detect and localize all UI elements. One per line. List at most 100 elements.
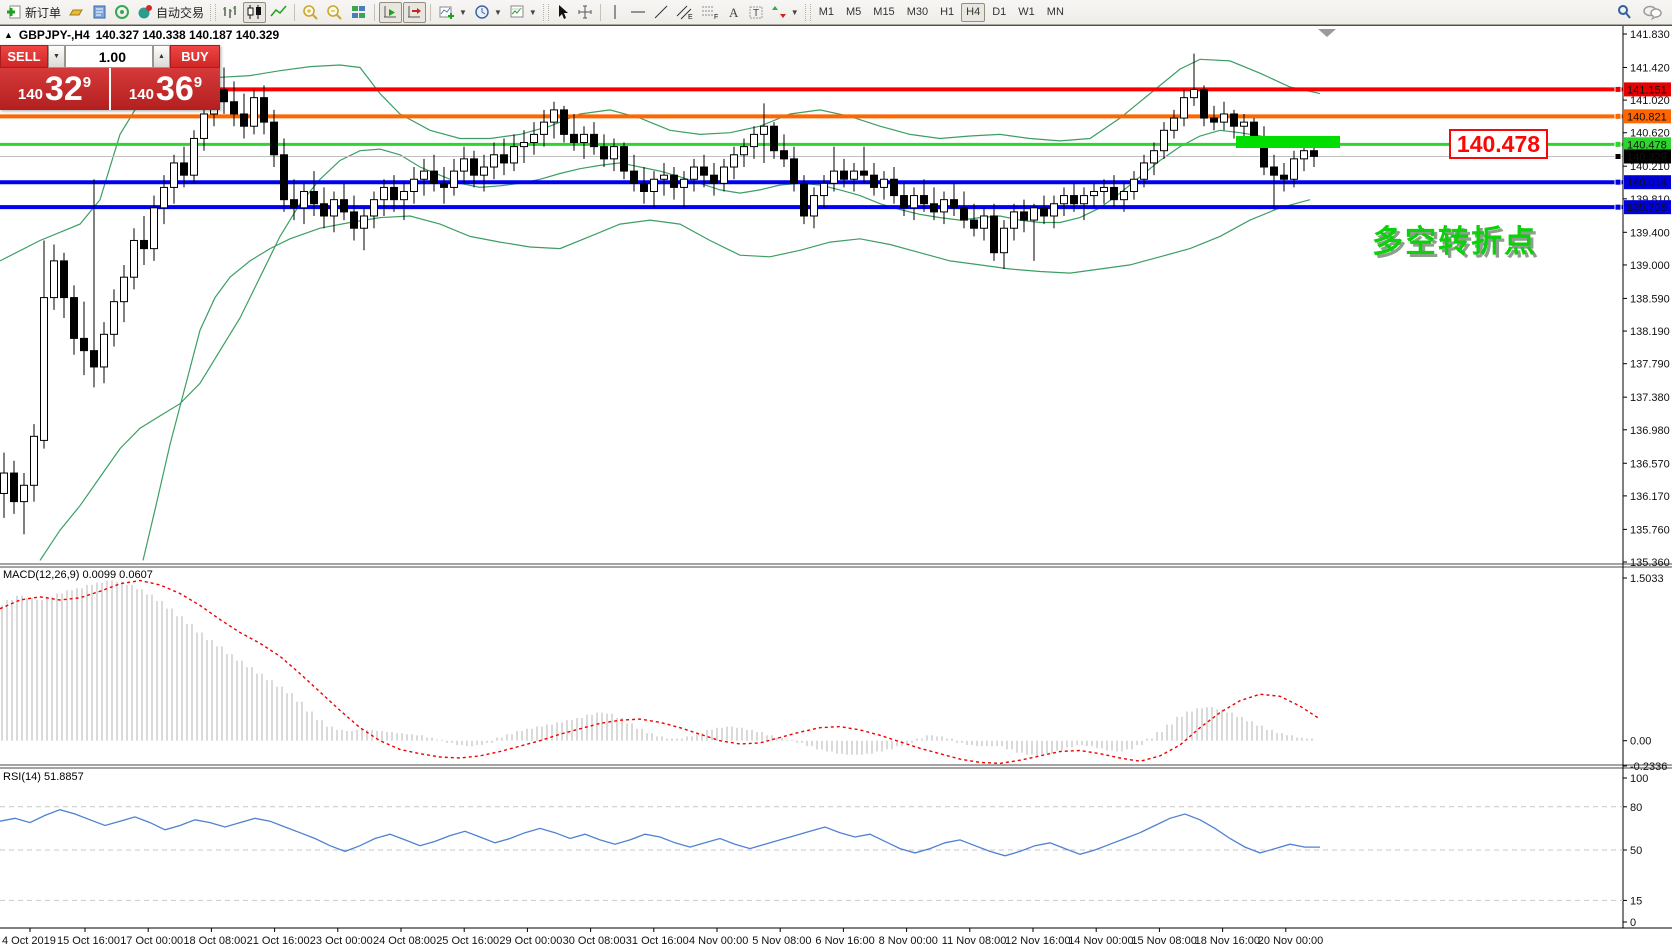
one-click-trading-panel: SELL ▼ 1.00 ▲ BUY 140 32 9 140 36 9 [0, 45, 220, 110]
svg-text:15 Nov 08:00: 15 Nov 08:00 [1131, 935, 1196, 947]
svg-text:E: E [688, 14, 693, 20]
sell-price-panel[interactable]: 140 32 9 [0, 68, 109, 110]
zoom-in-icon [302, 4, 319, 20]
svg-text:136.980: 136.980 [1630, 425, 1670, 437]
macd-pane: 1.50330.00-0.2336 [0, 573, 1667, 773]
svg-text:31 Oct 16:00: 31 Oct 16:00 [626, 935, 689, 947]
zoom-out-button[interactable] [323, 2, 346, 23]
bar-chart-icon [222, 4, 239, 20]
svg-text:25 Oct 16:00: 25 Oct 16:00 [436, 935, 499, 947]
vertical-line-icon [609, 4, 621, 20]
svg-text:4 Oct 2019: 4 Oct 2019 [2, 935, 56, 947]
one-click-top-row: SELL ▼ 1.00 ▲ BUY [0, 45, 220, 68]
svg-text:12 Nov 16:00: 12 Nov 16:00 [1005, 935, 1070, 947]
clock-icon [474, 4, 490, 20]
svg-text:17 Oct 00:00: 17 Oct 00:00 [120, 935, 183, 947]
svg-text:50: 50 [1630, 845, 1642, 857]
search-icon [1616, 4, 1632, 20]
periods-clock-button[interactable]: ▼ [471, 2, 505, 23]
svg-text:141.151: 141.151 [1627, 84, 1667, 96]
one-click-price-row: 140 32 9 140 36 9 [0, 68, 220, 110]
toolbar-grip [210, 4, 216, 21]
svg-text:139.000: 139.000 [1630, 260, 1670, 272]
svg-text:138.190: 138.190 [1630, 326, 1670, 338]
timeframe-M15[interactable]: M15 [868, 3, 899, 22]
fibonacci-button[interactable]: F [698, 2, 722, 23]
metaeditor-button[interactable] [88, 2, 110, 23]
chart-shift-icon [406, 4, 423, 20]
fibonacci-icon: F [701, 4, 719, 20]
tile-windows-button[interactable] [347, 2, 370, 23]
autotrade-icon [137, 4, 153, 20]
svg-text:140.014: 140.014 [1627, 177, 1667, 189]
volume-up-button[interactable]: ▲ [153, 45, 170, 68]
timeframe-M30[interactable]: M30 [902, 3, 933, 22]
svg-text:80: 80 [1630, 802, 1642, 814]
svg-text:135.760: 135.760 [1630, 524, 1670, 536]
equidistant-channel-button[interactable]: E [673, 2, 697, 23]
text-label-button[interactable]: T [745, 2, 767, 23]
chart-window: 141.830141.420141.020140.620140.210139.8… [0, 25, 1672, 949]
toolbar-separator [294, 4, 295, 21]
vertical-line-button[interactable] [605, 2, 626, 23]
toolbar-grip [805, 4, 811, 21]
symbol-period-label: GBPJPY-,H4 [19, 28, 90, 42]
sell-price-prefix: 140 [18, 86, 43, 103]
chart-shift-marker-icon[interactable] [1318, 29, 1336, 37]
timeframe-W1[interactable]: W1 [1013, 3, 1040, 22]
buy-button[interactable]: BUY [170, 45, 220, 68]
svg-text:8 Nov 00:00: 8 Nov 00:00 [879, 935, 938, 947]
chart-canvas[interactable]: 141.830141.420141.020140.620140.210139.8… [0, 26, 1672, 949]
bar-chart-button[interactable] [219, 2, 242, 23]
volume-input[interactable]: 1.00 [65, 45, 153, 68]
indicators-button[interactable]: ▼ [435, 2, 470, 23]
sell-button[interactable]: SELL [0, 45, 48, 68]
chat-button[interactable] [1639, 2, 1665, 23]
svg-text:14 Nov 00:00: 14 Nov 00:00 [1068, 935, 1133, 947]
buy-price-panel[interactable]: 140 36 9 [111, 68, 220, 110]
trendline-button[interactable] [650, 2, 672, 23]
zoom-in-button[interactable] [299, 2, 322, 23]
price-level-flag[interactable]: 140.478 [1449, 129, 1548, 159]
svg-text:138.590: 138.590 [1630, 293, 1670, 305]
toolbar-right [1613, 2, 1669, 23]
line-chart-button[interactable] [267, 2, 290, 23]
volume-down-button[interactable]: ▼ [48, 45, 65, 68]
collapse-arrow-icon[interactable]: ▲ [4, 30, 13, 40]
auto-scroll-button[interactable] [379, 2, 402, 23]
svg-text:18 Oct 08:00: 18 Oct 08:00 [183, 935, 246, 947]
timeframe-M1[interactable]: M1 [814, 3, 839, 22]
chart-shift-button[interactable] [403, 2, 426, 23]
buy-price-main: 36 [156, 70, 194, 108]
dropdown-arrow-icon: ▼ [459, 8, 467, 17]
autotrade-button[interactable]: 自动交易 [134, 2, 207, 23]
templates-button[interactable]: ▼ [506, 2, 540, 23]
new-order-button[interactable]: 新订单 [3, 2, 64, 23]
timeframe-H4[interactable]: H4 [961, 3, 985, 22]
gold-bar-button[interactable] [65, 2, 87, 23]
highlight-rectangle[interactable] [1236, 136, 1340, 148]
timeframe-D1[interactable]: D1 [987, 3, 1011, 22]
text-button[interactable]: A [723, 2, 744, 23]
search-button[interactable] [1613, 2, 1635, 23]
svg-text:136.570: 136.570 [1630, 458, 1670, 470]
toolbar-grip [543, 4, 549, 21]
cursor-button[interactable] [552, 2, 573, 23]
svg-text:T: T [753, 8, 759, 19]
arrows-button[interactable]: ▼ [768, 2, 802, 23]
svg-text:141.830: 141.830 [1630, 29, 1670, 41]
trendline-icon [653, 4, 669, 20]
horizontal-line-button[interactable] [627, 2, 649, 23]
auto-scroll-icon [382, 4, 399, 20]
svg-text:135.360: 135.360 [1630, 557, 1670, 569]
timeframe-H1[interactable]: H1 [935, 3, 959, 22]
timeframe-M5[interactable]: M5 [841, 3, 866, 22]
candle-chart-button[interactable] [243, 2, 266, 23]
sell-price-main: 32 [45, 70, 83, 108]
svg-text:6 Nov 16:00: 6 Nov 16:00 [815, 935, 874, 947]
signals-button[interactable] [111, 2, 133, 23]
tile-windows-icon [350, 4, 367, 20]
crosshair-button[interactable] [574, 2, 596, 23]
timeframe-MN[interactable]: MN [1042, 3, 1069, 22]
buy-price-prefix: 140 [129, 86, 154, 103]
